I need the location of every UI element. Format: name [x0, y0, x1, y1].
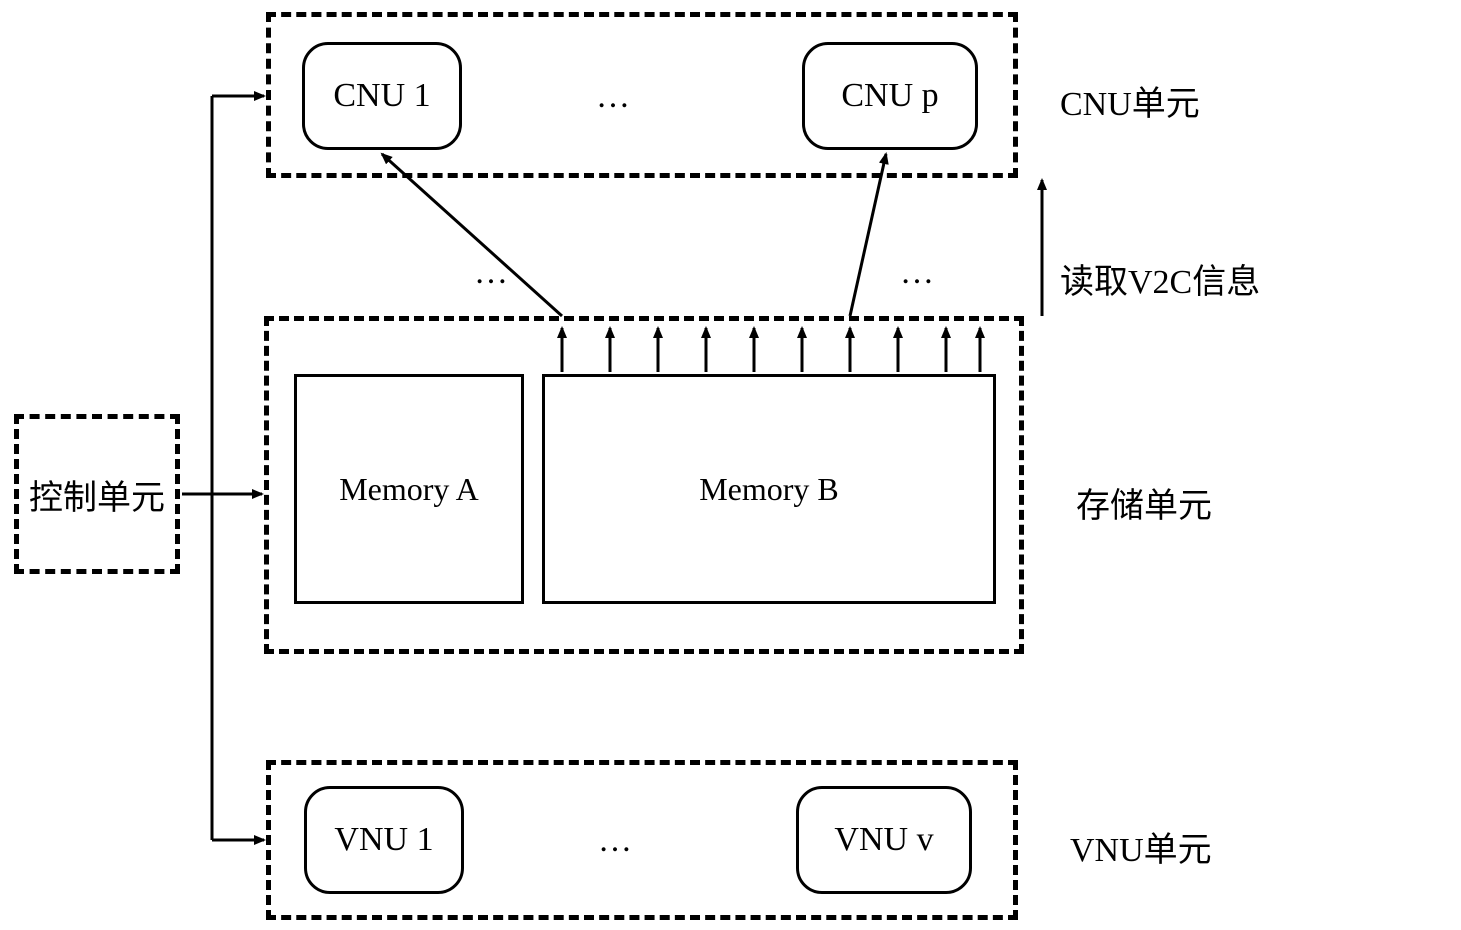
- read-v2c-label: 读取V2C信息: [1060, 254, 1260, 303]
- cnu-1-label: CNU 1: [333, 77, 430, 115]
- diagram-stage: 控制单元 CNU 1 … CNU p CNU单元 读取V2C信息 Memory …: [0, 0, 1461, 930]
- vnu-1-node: VNU 1: [304, 786, 464, 894]
- storage-unit-label: 存储单元: [1076, 478, 1212, 527]
- vnu-v-label: VNU v: [834, 821, 933, 859]
- control-unit-box: 控制单元: [14, 414, 180, 574]
- control-unit-label: 控制单元: [29, 470, 165, 519]
- storage-ellipsis-left: …: [474, 254, 510, 292]
- vnu-unit-label: VNU单元: [1070, 822, 1212, 871]
- memory-a-label: Memory A: [339, 471, 479, 508]
- storage-ellipsis-right: …: [900, 254, 936, 292]
- vnu-ellipsis: …: [598, 822, 634, 860]
- memory-a-box: Memory A: [294, 374, 524, 604]
- cnu-ellipsis: …: [596, 78, 632, 116]
- cnu-unit-label: CNU单元: [1060, 76, 1200, 125]
- vnu-v-node: VNU v: [796, 786, 972, 894]
- vnu-1-label: VNU 1: [334, 821, 433, 859]
- cnu-p-node: CNU p: [802, 42, 978, 150]
- cnu-p-label: CNU p: [841, 77, 938, 115]
- memory-b-box: Memory B: [542, 374, 996, 604]
- memory-b-label: Memory B: [699, 471, 839, 508]
- cnu-1-node: CNU 1: [302, 42, 462, 150]
